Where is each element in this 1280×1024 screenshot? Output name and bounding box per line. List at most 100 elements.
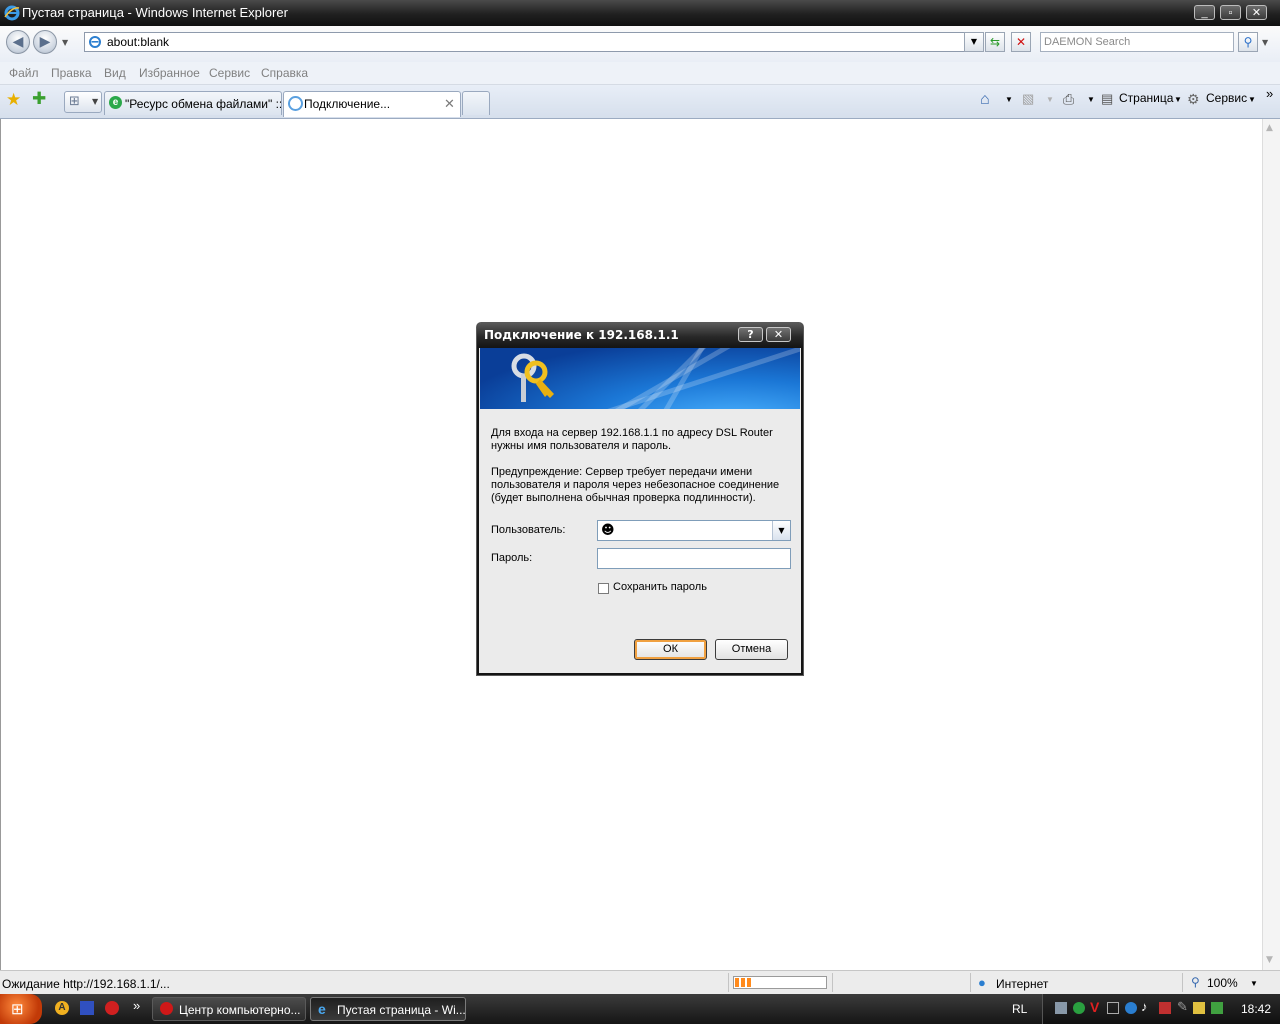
tray-nvidia-icon[interactable] [1211,1002,1223,1014]
tray-update-icon[interactable] [1073,1002,1085,1014]
dialog-banner [480,348,800,409]
search-options-dropdown[interactable]: ▼ [1262,38,1268,47]
zoom-level[interactable]: 100% [1207,976,1238,990]
page-menu-button[interactable]: Страница [1119,91,1173,105]
username-field[interactable]: ☻ ▼ [597,520,791,541]
menu-help[interactable]: Справка [261,66,308,80]
add-favorite-icon[interactable]: ✚ [32,89,46,109]
search-button[interactable]: ⚲ [1238,32,1258,52]
quick-tabs-button[interactable]: ⊞ ▼ [64,91,102,113]
home-dropdown-icon[interactable]: ▼ [1005,95,1013,104]
tray-misc-icon[interactable]: ✎ [1177,999,1188,1015]
dialog-message: Для входа на сервер 192.168.1.1 по адрес… [491,427,791,505]
task-internet-explorer[interactable]: e Пустая страница - Wi... [310,997,466,1021]
tray-volume-icon[interactable]: ♪ [1141,999,1148,1014]
loading-progress-bar [733,976,827,989]
menu-file[interactable]: Файл [9,66,39,80]
security-zone-label: Интернет [996,977,1049,991]
feeds-dropdown-icon[interactable]: ▼ [1046,95,1054,104]
quicklaunch-chevron-icon[interactable]: » [133,998,140,1013]
refresh-button[interactable]: ⇆ [985,32,1005,52]
language-indicator[interactable]: RL [1012,1002,1027,1016]
clock[interactable]: 18:42 [1241,1002,1271,1016]
menu-view[interactable]: Вид [104,66,126,80]
loading-icon [288,96,303,111]
favorites-star-icon[interactable]: ★ [6,90,21,110]
print-dropdown-icon[interactable]: ▼ [1087,95,1095,104]
stop-button[interactable]: ✕ [1011,32,1031,52]
new-tab-button[interactable] [462,91,490,115]
forward-arrow-icon: ▶ [39,34,51,50]
back-arrow-icon: ◀ [12,34,24,50]
quicklaunch-icon-b[interactable] [80,1001,94,1015]
dialog-title-bar[interactable]: Подключение к 192.168.1.1 ? ✕ [477,323,803,348]
window-title: Пустая страница - Windows Internet Explo… [22,5,288,20]
recent-pages-dropdown[interactable]: ▼ [62,38,68,47]
minimize-button[interactable]: _ [1194,5,1215,20]
close-tab-icon[interactable]: ✕ [444,96,455,112]
tray-app-icon[interactable] [1159,1002,1171,1014]
feeds-icon[interactable]: ▧ [1022,91,1034,107]
vertical-scrollbar[interactable]: ▲ ▼ [1262,119,1280,970]
ok-button[interactable]: ОК [634,639,707,660]
search-icon: ⚲ [1243,35,1253,49]
tray-power-icon[interactable] [1193,1002,1205,1014]
system-tray: V ♪ ✎ 18:42 [1042,994,1280,1024]
tools-dropdown-icon[interactable]: ▼ [1248,95,1256,104]
menu-favorites[interactable]: Избранное [139,66,200,80]
site-favicon-icon: e [109,96,122,109]
task-opera[interactable]: Центр компьютерно... [152,997,306,1021]
back-button[interactable]: ◀ [6,30,30,54]
remember-password-checkbox[interactable] [598,583,609,594]
password-field[interactable] [597,548,791,569]
windows-logo-icon: ⊞ [11,1001,24,1018]
window-title-bar[interactable]: Пустая страница - Windows Internet Explo… [0,0,1280,26]
address-input[interactable]: about:blank [107,35,169,49]
page-dropdown-icon[interactable]: ▼ [1174,95,1182,104]
tray-daemon-icon[interactable] [1125,1002,1137,1014]
help-button[interactable]: ? [738,327,763,342]
remember-password-label[interactable]: Сохранить пароль [613,581,707,593]
username-dropdown-button[interactable]: ▼ [772,521,790,540]
quicklaunch-icon-a[interactable]: A [55,1001,69,1015]
zoom-icon[interactable]: ⚲ [1191,975,1200,989]
start-button[interactable]: ⊞ [0,994,42,1024]
zoom-dropdown-icon[interactable]: ▼ [1250,979,1258,988]
scroll-down-icon[interactable]: ▼ [1266,955,1273,965]
address-bar[interactable]: about:blank [84,32,966,52]
tab-label: "Ресурс обмена файлами" ::... [125,97,282,111]
internet-explorer-icon: e [318,1001,326,1017]
globe-icon: ● [978,975,986,990]
close-dialog-button[interactable]: ✕ [766,327,791,342]
maximize-button[interactable]: ▫ [1220,5,1241,20]
scroll-up-icon[interactable]: ▲ [1266,123,1273,133]
more-commands-chevron-icon[interactable]: » [1266,86,1273,101]
navigation-bar: ◀ ▶ ▼ about:blank ▼ ⇆ ✕ DAEMON Search ⚲ … [0,26,1280,62]
quicklaunch-icon-c[interactable] [105,1001,119,1015]
tools-menu-button[interactable]: Сервис [1206,91,1247,105]
home-icon[interactable]: ⌂ [980,91,990,109]
tab-file-sharing[interactable]: e "Ресурс обмена файлами" ::... [104,91,282,115]
keys-icon [511,353,554,402]
tray-display-icon[interactable] [1107,1002,1119,1014]
status-bar: Ожидание http://192.168.1.1/... ● Интерн… [0,970,1280,995]
menu-edit[interactable]: Правка [51,66,92,80]
quick-tabs-icon: ⊞ [69,94,80,109]
task-label: Центр компьютерно... [179,1003,301,1017]
taskbar: ⊞ A » Центр компьютерно... e Пустая стра… [0,994,1280,1024]
menu-tools[interactable]: Сервис [209,66,250,80]
internet-explorer-icon [4,5,20,21]
forward-button[interactable]: ▶ [33,30,57,54]
close-window-button[interactable]: ✕ [1246,5,1267,20]
tray-antivirus-icon[interactable]: V [1090,999,1099,1015]
tab-bar: ★ ✚ ⊞ ▼ e "Ресурс обмена файлами" ::... … [0,85,1280,119]
cancel-button[interactable]: Отмена [715,639,788,660]
opera-icon [160,1002,173,1015]
tray-network-icon[interactable] [1055,1002,1067,1014]
address-dropdown-button[interactable]: ▼ [964,32,984,52]
search-input[interactable]: DAEMON Search [1040,32,1234,52]
dialog-title: Подключение к 192.168.1.1 [484,328,679,342]
tab-connection[interactable]: Подключение... ✕ [283,91,461,117]
gear-icon: ⚙ [1187,91,1200,107]
print-icon[interactable]: ⎙ [1063,91,1074,108]
